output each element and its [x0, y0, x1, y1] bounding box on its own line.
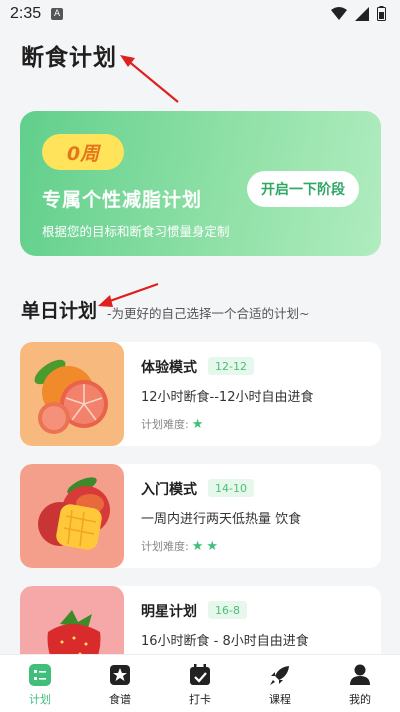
- star-icon: ★: [191, 416, 204, 432]
- plan-tag: 16-8: [208, 601, 247, 619]
- plan-difficulty: 计划难度: ★ ★: [141, 538, 218, 554]
- section-title: 单日计划: [21, 300, 98, 322]
- status-bar: 2:35 A: [0, 0, 400, 28]
- page-title: 断食计划: [21, 45, 117, 71]
- bottom-tab-bar: 计划 食谱 打卡 课程 我的: [0, 654, 400, 712]
- banner-subtitle: 根据您的目标和断食习惯量身定制: [42, 224, 230, 239]
- tab-label: 我的: [349, 693, 371, 706]
- plan-name: 明星计划: [141, 604, 197, 620]
- tab-mine[interactable]: 我的: [320, 655, 400, 712]
- plan-description: 一周内进行两天低热量 饮食: [141, 512, 302, 527]
- notification-icon: A: [51, 8, 64, 20]
- status-icons: [331, 6, 386, 21]
- mango-image: [20, 464, 124, 568]
- plan-icon: [29, 664, 51, 686]
- banner-title: 专属个性减脂计划: [42, 189, 203, 211]
- plan-name: 体验模式: [141, 360, 197, 376]
- next-stage-button[interactable]: 开启一下阶段: [247, 171, 359, 207]
- plan-description: 16小时断食 - 8小时自由进食: [141, 634, 309, 649]
- battery-icon: [377, 6, 386, 21]
- tab-label: 食谱: [109, 693, 131, 706]
- star-icon: ★: [191, 538, 204, 554]
- tab-recipe[interactable]: 食谱: [80, 655, 160, 712]
- plan-name: 入门模式: [141, 482, 197, 498]
- status-time: 2:35: [10, 5, 42, 22]
- plan-tag: 14-10: [208, 479, 254, 497]
- plan-difficulty: 计划难度: ★: [141, 416, 203, 432]
- week-badge: 0周: [42, 134, 124, 170]
- difficulty-label: 计划难度:: [141, 418, 189, 431]
- tab-checkin[interactable]: 打卡: [160, 655, 240, 712]
- plan-card-trial[interactable]: 体验模式 12-12 12小时断食--12小时自由进食 计划难度: ★: [20, 342, 381, 446]
- tab-label: 计划: [29, 693, 51, 706]
- annotation-arrow-icon: [120, 55, 179, 103]
- tab-plan[interactable]: 计划: [0, 655, 80, 712]
- recipe-icon: [109, 664, 131, 686]
- grapefruit-image: [20, 342, 124, 446]
- signal-icon: [355, 6, 369, 21]
- plan-tag: 12-12: [208, 357, 254, 375]
- calendar-check-icon: [189, 664, 211, 686]
- plan-description: 12小时断食--12小时自由进食: [141, 390, 314, 405]
- star-icon: ★: [206, 538, 219, 554]
- wifi-icon: [331, 6, 347, 20]
- tab-label: 课程: [269, 693, 291, 706]
- plan-card-beginner[interactable]: 入门模式 14-10 一周内进行两天低热量 饮食 计划难度: ★ ★: [20, 464, 381, 568]
- tab-label: 打卡: [189, 693, 211, 706]
- tab-course[interactable]: 课程: [240, 655, 320, 712]
- section-subtitle: -为更好的自己选择一个合适的计划~: [107, 306, 310, 321]
- rocket-icon: [269, 664, 291, 686]
- difficulty-label: 计划难度:: [141, 540, 189, 553]
- plan-banner[interactable]: 0周 专属个性减脂计划 根据您的目标和断食习惯量身定制 开启一下阶段: [20, 111, 381, 256]
- person-icon: [349, 664, 371, 686]
